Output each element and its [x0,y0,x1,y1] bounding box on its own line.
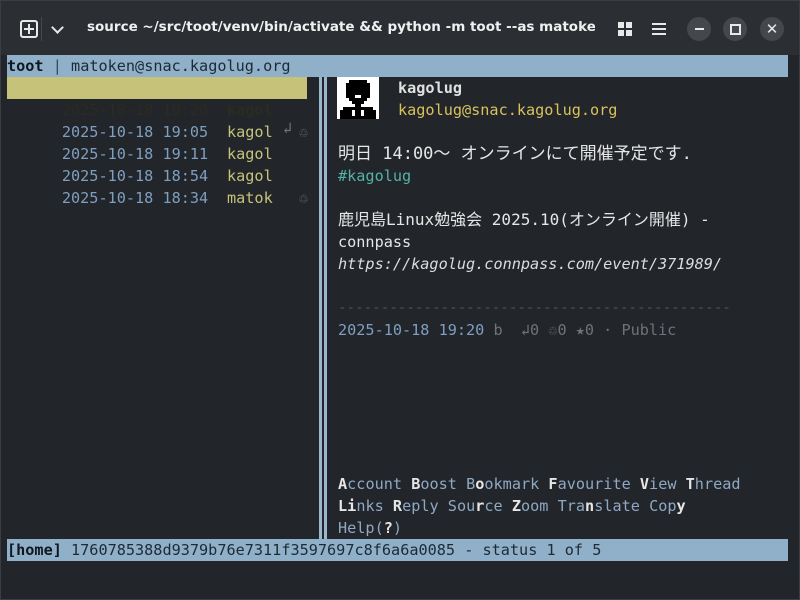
tab-overview-button[interactable] [614,18,636,40]
main-menu-button[interactable] [648,18,670,40]
key-account[interactable]: Account [338,475,402,493]
grid-icon [618,22,632,36]
boost-icon: ♲ [299,123,309,141]
timeline-item[interactable]: 2025-10-18 19:20 kagol [7,77,307,119]
current-user: matoken@snac.kagolug.org [71,57,291,75]
key-help[interactable]: Help(?) [338,519,402,537]
status-account: kagol [227,123,273,141]
close-button[interactable]: ✕ [760,17,784,41]
timeline-item[interactable]: 2025-10-18 19:05 kagol ♲ [7,99,308,141]
status-account: kagol [227,167,273,185]
key-favourite[interactable]: Favourite [548,475,630,493]
status-account-handle[interactable]: kagolug@snac.kagolug.org [398,99,617,121]
chevron-down-icon [50,20,64,34]
status-text-line: 鹿児島Linux勉強会 2025.10(オンライン開催) - [338,210,710,229]
maximize-button[interactable] [723,17,747,41]
toot-header-bar: toot | matoken@snac.kagolug.org [7,55,788,77]
minimize-button[interactable] [687,17,711,41]
status-id-text: 1760785388d9379b76e7311f3597697c8f6a6a00… [61,541,602,559]
terminal-window: source ~/src/toot/venv/bin/activate && p… [0,0,800,600]
key-copy[interactable]: Copy [649,497,686,515]
status-meta: 2025-10-18 19:20 b ↲0 ♲0 ★0 · Public [338,319,676,341]
status-account: kagol [227,101,273,119]
key-links[interactable]: Links [338,497,384,515]
key-view[interactable]: View [640,475,677,493]
pane-divider[interactable] [319,77,327,539]
status-meta-time: 2025-10-18 19:20 [338,321,485,339]
avatar-icon [337,77,379,119]
status-link[interactable]: https://kagolug.connpass.com/event/37198… [338,253,722,275]
key-source[interactable]: Source [448,497,503,515]
key-thread[interactable]: Thread [686,475,741,493]
key-bookmark[interactable]: Bookmark [466,475,539,493]
status-meta-counts: b ↲0 ♲0 ★0 · Public [484,321,677,339]
plus-icon [20,20,38,38]
avatar [337,77,379,119]
boost-icon: ♲ [299,189,309,207]
maximize-icon [729,23,741,35]
status-account: kagol [227,145,273,163]
key-boost[interactable]: Boost [411,475,457,493]
new-tab-button[interactable] [19,18,39,40]
header-separator: | [52,57,62,75]
timeline-item[interactable]: 2025-10-18 19:11 kagol ↲ [7,119,292,163]
timeline-item[interactable]: 2025-10-18 18:54 kagol [7,143,273,185]
window-title: source ~/src/toot/venv/bin/activate && p… [87,19,595,35]
key-reply[interactable]: Reply [393,497,439,515]
title-bar: source ~/src/toot/venv/bin/activate && p… [1,1,799,55]
terminal-content[interactable]: toot | matoken@snac.kagolug.org 2025-10-… [1,55,799,599]
title-separator [41,17,42,41]
status-time: 2025-10-18 18:34 [61,189,209,207]
app-name: toot [7,57,44,75]
hashtag-link[interactable]: #kagolug [338,165,411,187]
toot-footer-bar: [home] 1760785388d9379b76e7311f3597697c8… [7,539,788,561]
key-help-line: Account Boost Bookmark Favourite View Th… [338,473,741,495]
status-display-name: kagolug [398,79,463,97]
close-icon: ✕ [765,20,779,38]
tab-menu-button[interactable] [47,18,67,40]
reply-icon: ↲ [283,119,293,137]
status-account: matok [227,189,273,207]
timeline-item[interactable]: 2025-10-18 18:34 matok ♲ [7,165,308,207]
timeline-name: [home] [7,541,62,559]
key-zoom[interactable]: Zoom [512,497,549,515]
hamburger-icon [652,23,666,35]
status-text-line: 明日 14:00〜 オンラインにて開催予定です. [338,144,692,164]
key-help-line: Help(?) [338,517,402,539]
status-text-line: connpass [338,233,412,251]
minimize-icon [694,28,704,30]
status-divider: ----------------------------------------… [338,300,731,316]
key-translate[interactable]: Translate [558,497,640,515]
key-help-line: Links Reply Source Zoom Translate Copy [338,495,686,517]
